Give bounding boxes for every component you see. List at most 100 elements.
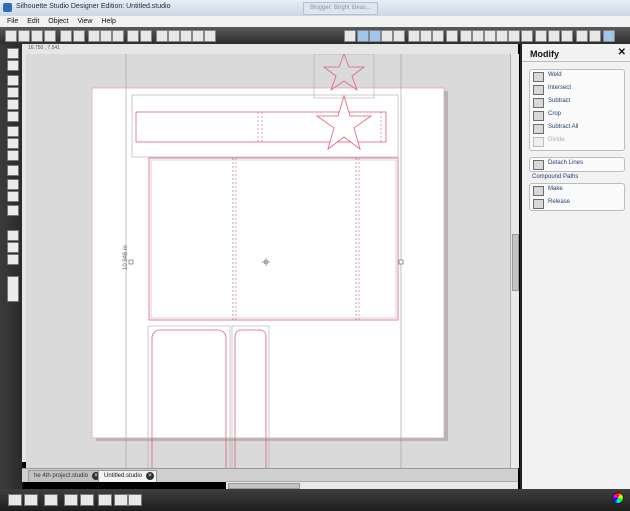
close-tab-icon[interactable]: × — [146, 472, 155, 480]
group-icon[interactable] — [357, 30, 369, 42]
release-compound-button[interactable]: Release — [530, 197, 624, 210]
copy-down-icon[interactable] — [44, 494, 58, 506]
subtract-all-button[interactable]: Subtract All — [530, 122, 624, 135]
line-tool-icon[interactable] — [7, 75, 19, 86]
align-icon[interactable] — [460, 30, 472, 42]
rectangle-tool-icon[interactable] — [7, 87, 19, 98]
ellipse-tool-icon[interactable] — [7, 111, 19, 122]
ruler-readout: 16.750 , 7.541 — [28, 45, 60, 51]
cut-settings-icon[interactable] — [576, 30, 588, 42]
open-icon[interactable] — [18, 30, 30, 42]
intersect-button[interactable]: Intersect — [530, 83, 624, 96]
tab-4th-project[interactable]: he 4th project.studio × — [28, 470, 104, 482]
arrange-front-icon[interactable] — [98, 494, 112, 506]
new-document-icon[interactable] — [5, 30, 17, 42]
window-title: Silhouette Studio Designer Edition: Unti… — [16, 3, 171, 10]
cut-send-icon[interactable] — [73, 30, 85, 42]
main-toolbar — [0, 27, 630, 45]
rotate-icon[interactable] — [472, 30, 484, 42]
print-icon[interactable] — [60, 30, 72, 42]
replicate-grid-icon[interactable] — [24, 494, 38, 506]
scissors-icon[interactable] — [112, 30, 124, 42]
fill-color-icon[interactable] — [420, 30, 432, 42]
registration-icon[interactable] — [7, 242, 19, 253]
zoom-in-icon[interactable] — [156, 30, 168, 42]
path-operations-group: Weld Intersect Subtract Crop Subtract Al… — [529, 69, 625, 151]
delete-icon[interactable] — [393, 30, 405, 42]
panel-title: Modify — [530, 49, 559, 59]
vertical-scrollbar[interactable] — [510, 54, 519, 468]
fill-bucket-icon[interactable] — [7, 205, 19, 216]
detach-lines-button[interactable]: Detach Lines — [530, 158, 624, 171]
line-style-icon[interactable] — [408, 30, 420, 42]
polygon-tool-icon[interactable] — [7, 126, 19, 137]
scale-icon[interactable] — [484, 30, 496, 42]
freehand-tool-icon[interactable] — [7, 150, 19, 161]
trace-icon[interactable] — [561, 30, 573, 42]
eraser-tool-icon[interactable] — [7, 179, 19, 190]
arrange-back-icon[interactable] — [114, 494, 128, 506]
copy-icon[interactable] — [88, 30, 100, 42]
star-shape-top[interactable] — [322, 54, 366, 92]
edit-points-icon[interactable] — [7, 60, 19, 71]
select-tool-icon[interactable] — [7, 48, 19, 59]
rounded-rect-tool-icon[interactable] — [7, 99, 19, 110]
background-browser-tab[interactable]: Blogger: Bright Ideas... — [303, 2, 379, 15]
menu-help[interactable]: Help — [101, 16, 115, 27]
online-store-icon[interactable] — [7, 254, 19, 265]
detach-group: Detach Lines — [529, 157, 625, 172]
zoom-out-icon[interactable] — [168, 30, 180, 42]
redo-icon[interactable] — [140, 30, 152, 42]
panel-toggle-icon[interactable] — [603, 30, 615, 42]
menu-object[interactable]: Object — [48, 16, 68, 27]
design-canvas[interactable]: 10.946 in — [26, 54, 510, 468]
knife-tool-icon[interactable] — [7, 191, 19, 202]
tab-untitled[interactable]: Untitled.studio × — [98, 470, 158, 482]
offset-icon[interactable] — [548, 30, 560, 42]
select-all-icon[interactable] — [344, 30, 356, 42]
make-compound-button[interactable]: Make — [530, 184, 624, 197]
library-panel-icon[interactable] — [7, 276, 19, 302]
left-toolbar — [0, 44, 23, 489]
undo-icon[interactable] — [127, 30, 139, 42]
detach-lines-icon — [533, 160, 544, 170]
line-color-icon[interactable] — [432, 30, 444, 42]
close-icon[interactable]: ✕ — [618, 47, 626, 58]
zoom-select-icon[interactable] — [180, 30, 192, 42]
registration-marks-icon[interactable] — [8, 494, 22, 506]
ungroup-icon[interactable] — [369, 30, 381, 42]
record-icon[interactable] — [128, 494, 142, 506]
bottom-toolbar — [0, 489, 630, 511]
vertical-scroll-thumb[interactable] — [512, 234, 519, 291]
save-icon[interactable] — [31, 30, 43, 42]
curve-tool-icon[interactable] — [7, 138, 19, 149]
weld-button[interactable]: Weld — [530, 70, 624, 83]
move-icon[interactable] — [496, 30, 508, 42]
page-setup-icon[interactable] — [7, 230, 19, 241]
compound-paths-label: Compound Paths — [532, 174, 579, 180]
canvas-drawing: 10.946 in — [91, 54, 448, 468]
duplicate-icon[interactable] — [381, 30, 393, 42]
fit-page-icon[interactable] — [204, 30, 216, 42]
store-icon[interactable] — [589, 30, 601, 42]
subtract-icon — [533, 98, 544, 108]
menu-edit[interactable]: Edit — [27, 16, 39, 27]
text-style-icon[interactable] — [446, 30, 458, 42]
divide-button[interactable]: Divide — [530, 135, 624, 148]
group-objects-icon[interactable] — [64, 494, 78, 506]
color-wheel-icon[interactable] — [612, 492, 624, 504]
selection-handle-left[interactable] — [128, 259, 134, 265]
library-icon[interactable] — [44, 30, 56, 42]
menu-view[interactable]: View — [77, 16, 92, 27]
delete-objects-icon[interactable] — [80, 494, 94, 506]
selection-handle-right[interactable] — [398, 259, 404, 265]
menu-file[interactable]: File — [7, 16, 18, 27]
pan-icon[interactable] — [192, 30, 204, 42]
subtract-button[interactable]: Subtract — [530, 96, 624, 109]
weld-toolbar-icon[interactable] — [521, 30, 533, 42]
crop-button[interactable]: Crop — [530, 109, 624, 122]
replicate-icon[interactable] — [508, 30, 520, 42]
paste-icon[interactable] — [100, 30, 112, 42]
modify-icon[interactable] — [535, 30, 547, 42]
text-tool-icon[interactable] — [7, 165, 19, 176]
